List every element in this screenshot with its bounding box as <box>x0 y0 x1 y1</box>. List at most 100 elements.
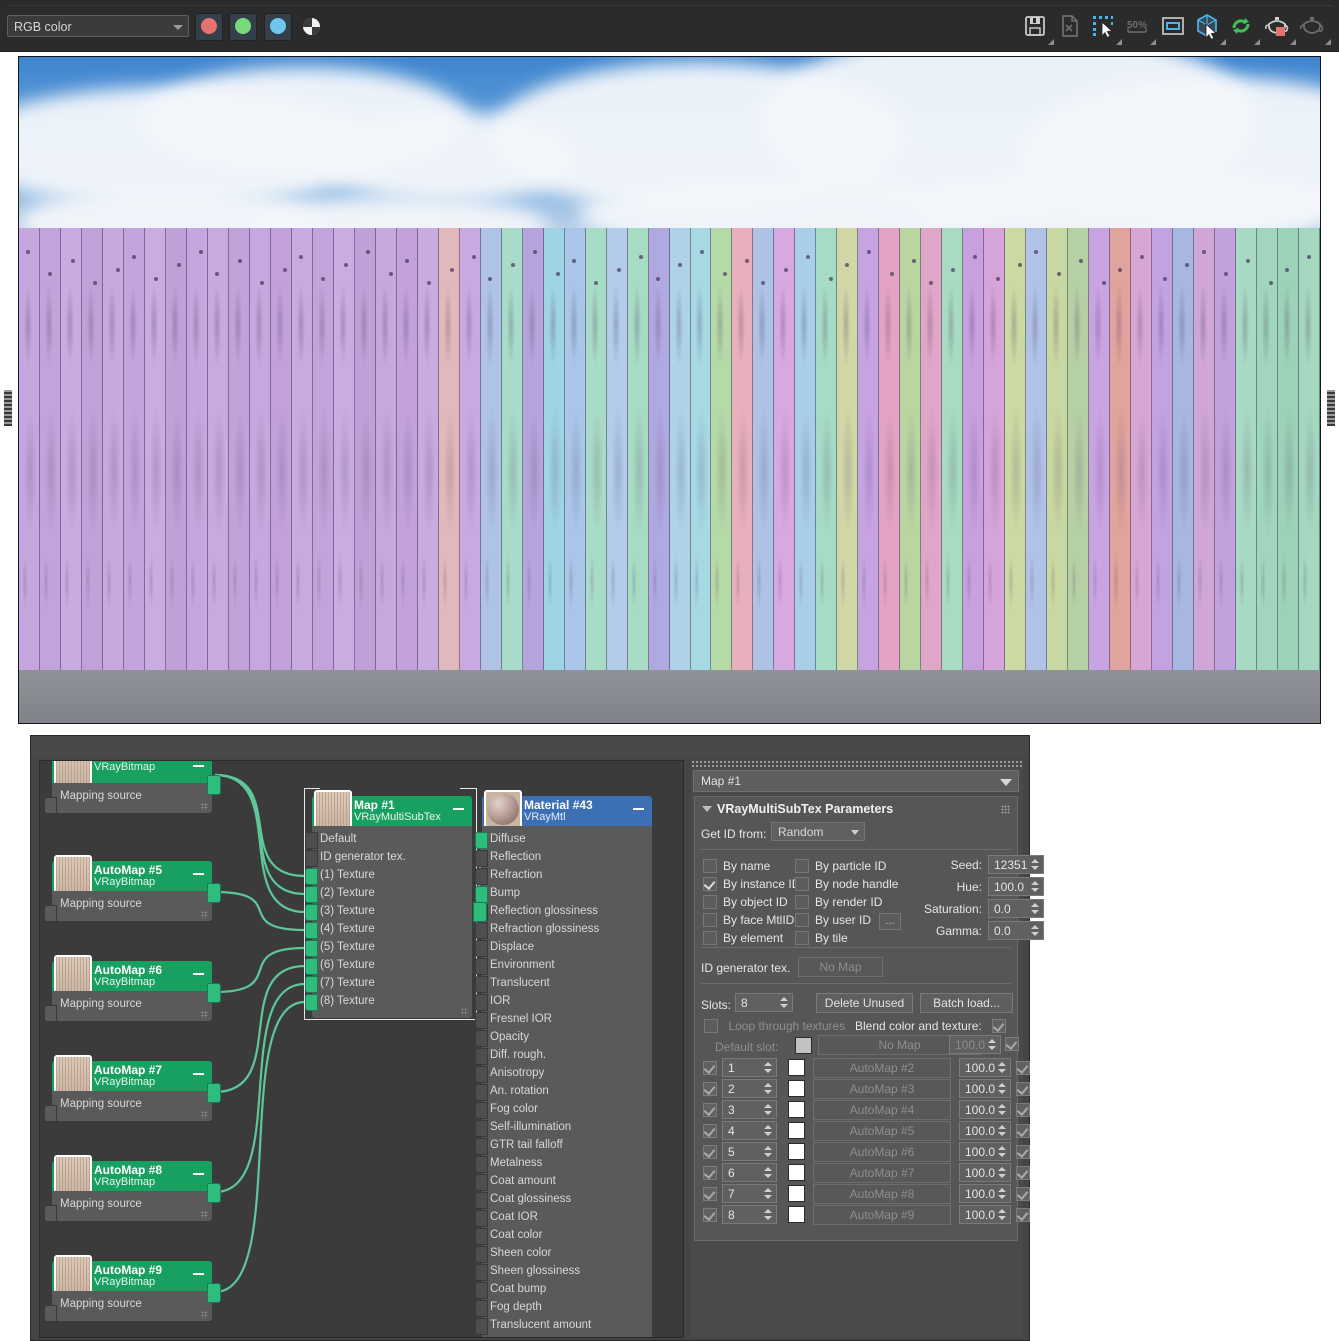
node-slot-row[interactable]: Mapping source <box>52 787 212 805</box>
id-source-2-checkbox[interactable] <box>703 894 717 909</box>
node-output-socket[interactable] <box>207 1183 221 1203</box>
red-channel-button[interactable] <box>195 13 223 41</box>
id-generator-tex-map-button[interactable]: No Map <box>798 957 883 977</box>
slot-amount-spinner[interactable]: 100.0 <box>959 1100 1011 1119</box>
node-slot-row[interactable]: Coat color <box>482 1226 652 1244</box>
node-header[interactable]: AutoMap #9 VRayBitmap <box>52 1255 212 1293</box>
material-input-socket[interactable] <box>475 922 488 939</box>
node-resize-grip-icon[interactable] <box>201 911 208 918</box>
node-slot-row[interactable]: (1) Texture <box>312 866 472 884</box>
material-input-socket[interactable] <box>475 1138 488 1155</box>
slot-id-spinner[interactable]: 1 <box>722 1058 777 1077</box>
node-slot-row[interactable]: Metalness <box>482 1154 652 1172</box>
node-slot-row[interactable]: Mapping source <box>52 895 212 913</box>
material-input-socket[interactable] <box>475 1066 488 1083</box>
spinner-down-icon[interactable] <box>764 1090 772 1094</box>
spinner-down-icon[interactable] <box>988 1046 996 1050</box>
slots-count-spinner[interactable]: 8 <box>735 993 793 1012</box>
spinner-down-icon[interactable] <box>764 1216 772 1220</box>
spinner-down-icon[interactable] <box>1031 910 1039 914</box>
selected-map-dropdown[interactable]: Map #1 <box>693 770 1019 792</box>
slot-map-button[interactable]: AutoMap #5 <box>813 1121 951 1141</box>
slot-amount-spinner[interactable]: 100.0 <box>959 1142 1011 1161</box>
rendered-frame-window[interactable] <box>18 56 1321 724</box>
node-input-socket[interactable] <box>44 797 57 814</box>
spinner-up-icon[interactable] <box>764 1083 772 1087</box>
material-input-socket[interactable] <box>475 976 488 993</box>
bitmap-node[interactable]: AutoMap #5 VRayBitmap Mapping source <box>44 855 221 922</box>
material-input-socket[interactable] <box>475 1084 488 1101</box>
slot-id-spinner[interactable]: 3 <box>722 1100 777 1119</box>
id-source-b0-row[interactable]: By particle ID <box>795 857 901 875</box>
node-slot-row[interactable]: (4) Texture <box>312 920 472 938</box>
save-bitmap-icon[interactable] <box>1020 11 1054 45</box>
spinner-up-icon[interactable] <box>998 1083 1006 1087</box>
panel-drag-dots[interactable] <box>691 760 1023 768</box>
node-slot-row[interactable]: Opacity <box>482 1028 652 1046</box>
region-select-icon[interactable] <box>1088 11 1122 45</box>
node-input-socket[interactable] <box>44 1105 57 1122</box>
node-slot-row[interactable]: Mapping source <box>52 1295 212 1313</box>
rollout-header[interactable]: VRayMultiSubTex Parameters <box>695 797 1017 821</box>
material-input-socket[interactable] <box>475 1120 488 1137</box>
material-input-socket[interactable] <box>475 832 488 849</box>
material-input-socket[interactable] <box>475 1192 488 1209</box>
spinner-down-icon[interactable] <box>764 1195 772 1199</box>
slot-map-button[interactable]: AutoMap #9 <box>813 1205 951 1225</box>
id-source-3-checkbox[interactable] <box>703 912 717 927</box>
toggle-ui-window-icon[interactable] <box>1158 11 1188 41</box>
slot-on-checkbox[interactable] <box>1016 1124 1030 1138</box>
spinner-up-icon[interactable] <box>998 1167 1006 1171</box>
texture-input-socket[interactable] <box>305 994 318 1011</box>
id-source-b2-row[interactable]: By render ID <box>795 893 901 911</box>
node-resize-grip-icon[interactable] <box>201 1111 208 1118</box>
spinner-up-icon[interactable] <box>998 1062 1006 1066</box>
slot-map-button[interactable]: AutoMap #7 <box>813 1163 951 1183</box>
slot-enable-checkbox[interactable] <box>703 1082 717 1096</box>
bitmap-node[interactable]: AutoMap #9 VRayBitmap Mapping source <box>44 1255 221 1322</box>
spinner-down-icon[interactable] <box>780 1004 788 1008</box>
texture-input-socket[interactable] <box>305 940 318 957</box>
spinner-up-icon[interactable] <box>998 1188 1006 1192</box>
slot-amount-spinner[interactable]: 100.0 <box>959 1079 1011 1098</box>
color-mode-dropdown[interactable]: RGB color <box>7 15 189 37</box>
spinner-up-icon[interactable] <box>764 1167 772 1171</box>
node-slot-row[interactable]: Bump <box>482 884 652 902</box>
material-input-socket[interactable] <box>475 850 488 867</box>
id-source-b4-checkbox[interactable] <box>795 930 809 945</box>
node-slot-row[interactable]: (7) Texture <box>312 974 472 992</box>
id-source-3-row[interactable]: By face MtlID <box>703 911 800 929</box>
spinner-up-icon[interactable] <box>764 1125 772 1129</box>
node-input-socket[interactable] <box>44 905 57 922</box>
spinner-up-icon[interactable] <box>998 1146 1006 1150</box>
numeric-spinner[interactable]: 12351 <box>988 855 1044 874</box>
batch-load-button[interactable]: Batch load... <box>920 993 1013 1013</box>
bitmap-node[interactable]: AutoMap #7 VRayBitmap Mapping source <box>44 1055 221 1122</box>
spinner-down-icon[interactable] <box>764 1153 772 1157</box>
texture-input-socket[interactable] <box>305 868 318 885</box>
node-slot-row[interactable]: Displace <box>482 938 652 956</box>
node-slot-row[interactable]: (5) Texture <box>312 938 472 956</box>
zoom-level-icon[interactable]: 50% <box>1122 11 1156 45</box>
delete-unused-button[interactable]: Delete Unused <box>816 993 913 1013</box>
node-header[interactable]: AutoMap #7 VRayBitmap <box>52 1055 212 1093</box>
bitmap-node[interactable]: AutoMap #8 VRayBitmap Mapping source <box>44 1155 221 1222</box>
node-output-socket[interactable] <box>207 775 221 795</box>
slot-on-checkbox[interactable] <box>1016 1145 1030 1159</box>
slot-color-swatch[interactable] <box>788 1143 805 1160</box>
node-slot-row[interactable]: Coat bump <box>482 1280 652 1298</box>
node-slot-row[interactable]: ID generator tex. <box>312 848 472 866</box>
node-slot-row[interactable]: Fog depth <box>482 1298 652 1316</box>
id-source-2-row[interactable]: By object ID <box>703 893 800 911</box>
node-slot-row[interactable]: Self-illumination <box>482 1118 652 1136</box>
slot-on-checkbox[interactable] <box>1016 1187 1030 1201</box>
slot-enable-checkbox[interactable] <box>703 1187 717 1201</box>
spinner-up-icon[interactable] <box>1031 859 1039 863</box>
slot-on-checkbox[interactable] <box>1016 1103 1030 1117</box>
slot-amount-spinner[interactable]: 100.0 <box>959 1184 1011 1203</box>
pick-object-cube-icon[interactable] <box>1192 11 1226 45</box>
slot-enable-checkbox[interactable] <box>703 1166 717 1180</box>
collapse-minus-icon[interactable] <box>193 973 204 975</box>
spinner-down-icon[interactable] <box>1031 888 1039 892</box>
material-input-socket[interactable] <box>475 1318 488 1335</box>
